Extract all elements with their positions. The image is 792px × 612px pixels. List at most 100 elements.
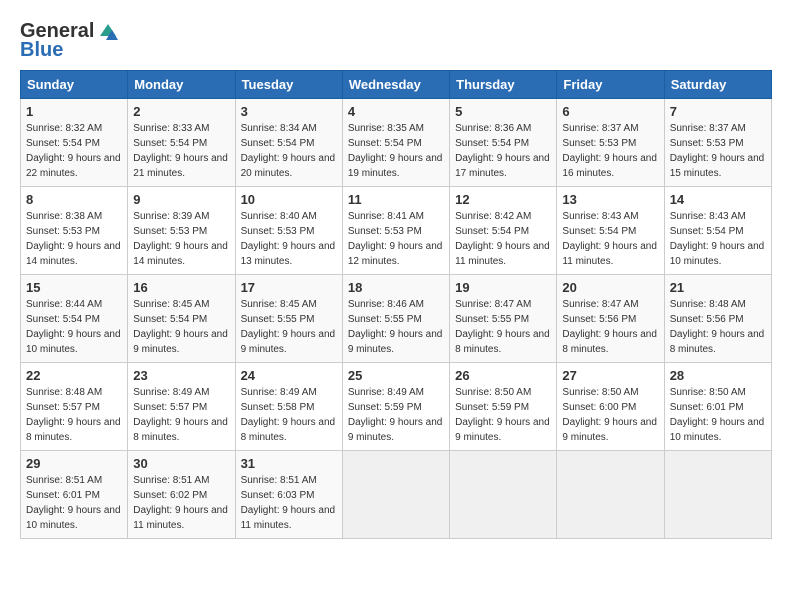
day-number: 13 [562, 192, 658, 207]
sunset: Sunset: 6:00 PM [562, 402, 636, 413]
day-info: Sunrise: 8:50 AM Sunset: 6:01 PM Dayligh… [670, 385, 766, 445]
sunset: Sunset: 5:56 PM [562, 314, 636, 325]
daylight: Daylight: 9 hours and 8 minutes. [455, 329, 550, 355]
calendar-week-5: 29 Sunrise: 8:51 AM Sunset: 6:01 PM Dayl… [21, 451, 772, 539]
day-number: 11 [348, 192, 444, 207]
sunrise: Sunrise: 8:36 AM [455, 123, 531, 134]
calendar-cell: 19 Sunrise: 8:47 AM Sunset: 5:55 PM Dayl… [450, 275, 557, 363]
weekday-header-sunday: Sunday [21, 71, 128, 99]
day-number: 5 [455, 104, 551, 119]
sunset: Sunset: 6:01 PM [26, 490, 100, 501]
sunrise: Sunrise: 8:44 AM [26, 299, 102, 310]
sunset: Sunset: 5:59 PM [348, 402, 422, 413]
day-number: 25 [348, 368, 444, 383]
daylight: Daylight: 9 hours and 8 minutes. [562, 329, 657, 355]
daylight: Daylight: 9 hours and 8 minutes. [133, 417, 228, 443]
day-number: 8 [26, 192, 122, 207]
day-info: Sunrise: 8:51 AM Sunset: 6:03 PM Dayligh… [241, 473, 337, 533]
sunset: Sunset: 5:58 PM [241, 402, 315, 413]
daylight: Daylight: 9 hours and 15 minutes. [670, 153, 765, 179]
sunrise: Sunrise: 8:33 AM [133, 123, 209, 134]
sunrise: Sunrise: 8:34 AM [241, 123, 317, 134]
sunrise: Sunrise: 8:40 AM [241, 211, 317, 222]
day-info: Sunrise: 8:47 AM Sunset: 5:55 PM Dayligh… [455, 297, 551, 357]
sunset: Sunset: 5:53 PM [562, 138, 636, 149]
day-number: 17 [241, 280, 337, 295]
daylight: Daylight: 9 hours and 9 minutes. [455, 417, 550, 443]
day-info: Sunrise: 8:43 AM Sunset: 5:54 PM Dayligh… [670, 209, 766, 269]
calendar-cell: 29 Sunrise: 8:51 AM Sunset: 6:01 PM Dayl… [21, 451, 128, 539]
sunrise: Sunrise: 8:51 AM [133, 475, 209, 486]
weekday-header-thursday: Thursday [450, 71, 557, 99]
calendar-cell [664, 451, 771, 539]
daylight: Daylight: 9 hours and 10 minutes. [670, 417, 765, 443]
day-number: 29 [26, 456, 122, 471]
calendar-cell: 10 Sunrise: 8:40 AM Sunset: 5:53 PM Dayl… [235, 187, 342, 275]
sunset: Sunset: 5:53 PM [348, 226, 422, 237]
calendar-cell: 14 Sunrise: 8:43 AM Sunset: 5:54 PM Dayl… [664, 187, 771, 275]
sunrise: Sunrise: 8:37 AM [562, 123, 638, 134]
day-number: 20 [562, 280, 658, 295]
daylight: Daylight: 9 hours and 12 minutes. [348, 241, 443, 267]
sunrise: Sunrise: 8:50 AM [455, 387, 531, 398]
daylight: Daylight: 9 hours and 11 minutes. [562, 241, 657, 267]
daylight: Daylight: 9 hours and 11 minutes. [241, 505, 336, 531]
sunset: Sunset: 6:03 PM [241, 490, 315, 501]
sunrise: Sunrise: 8:35 AM [348, 123, 424, 134]
sunrise: Sunrise: 8:46 AM [348, 299, 424, 310]
day-info: Sunrise: 8:48 AM Sunset: 5:56 PM Dayligh… [670, 297, 766, 357]
calendar-week-4: 22 Sunrise: 8:48 AM Sunset: 5:57 PM Dayl… [21, 363, 772, 451]
sunset: Sunset: 5:55 PM [348, 314, 422, 325]
calendar-cell: 20 Sunrise: 8:47 AM Sunset: 5:56 PM Dayl… [557, 275, 664, 363]
calendar-cell [450, 451, 557, 539]
day-number: 16 [133, 280, 229, 295]
calendar-cell: 1 Sunrise: 8:32 AM Sunset: 5:54 PM Dayli… [21, 99, 128, 187]
day-number: 23 [133, 368, 229, 383]
daylight: Daylight: 9 hours and 19 minutes. [348, 153, 443, 179]
sunrise: Sunrise: 8:48 AM [670, 299, 746, 310]
day-info: Sunrise: 8:35 AM Sunset: 5:54 PM Dayligh… [348, 121, 444, 181]
day-info: Sunrise: 8:50 AM Sunset: 5:59 PM Dayligh… [455, 385, 551, 445]
day-number: 6 [562, 104, 658, 119]
calendar-cell: 21 Sunrise: 8:48 AM Sunset: 5:56 PM Dayl… [664, 275, 771, 363]
day-info: Sunrise: 8:44 AM Sunset: 5:54 PM Dayligh… [26, 297, 122, 357]
daylight: Daylight: 9 hours and 16 minutes. [562, 153, 657, 179]
day-number: 14 [670, 192, 766, 207]
calendar-cell: 12 Sunrise: 8:42 AM Sunset: 5:54 PM Dayl… [450, 187, 557, 275]
day-number: 30 [133, 456, 229, 471]
sunset: Sunset: 5:53 PM [133, 226, 207, 237]
sunset: Sunset: 5:54 PM [670, 226, 744, 237]
day-info: Sunrise: 8:49 AM Sunset: 5:58 PM Dayligh… [241, 385, 337, 445]
calendar-cell: 2 Sunrise: 8:33 AM Sunset: 5:54 PM Dayli… [128, 99, 235, 187]
day-info: Sunrise: 8:38 AM Sunset: 5:53 PM Dayligh… [26, 209, 122, 269]
day-number: 22 [26, 368, 122, 383]
day-number: 7 [670, 104, 766, 119]
calendar-cell: 27 Sunrise: 8:50 AM Sunset: 6:00 PM Dayl… [557, 363, 664, 451]
sunset: Sunset: 5:57 PM [133, 402, 207, 413]
calendar-cell: 9 Sunrise: 8:39 AM Sunset: 5:53 PM Dayli… [128, 187, 235, 275]
sunrise: Sunrise: 8:43 AM [562, 211, 638, 222]
calendar-cell: 13 Sunrise: 8:43 AM Sunset: 5:54 PM Dayl… [557, 187, 664, 275]
weekday-header-saturday: Saturday [664, 71, 771, 99]
sunset: Sunset: 5:54 PM [562, 226, 636, 237]
sunrise: Sunrise: 8:47 AM [562, 299, 638, 310]
day-info: Sunrise: 8:45 AM Sunset: 5:54 PM Dayligh… [133, 297, 229, 357]
calendar-week-3: 15 Sunrise: 8:44 AM Sunset: 5:54 PM Dayl… [21, 275, 772, 363]
daylight: Daylight: 9 hours and 10 minutes. [26, 329, 121, 355]
day-number: 21 [670, 280, 766, 295]
day-number: 18 [348, 280, 444, 295]
calendar-cell: 17 Sunrise: 8:45 AM Sunset: 5:55 PM Dayl… [235, 275, 342, 363]
sunrise: Sunrise: 8:38 AM [26, 211, 102, 222]
day-number: 27 [562, 368, 658, 383]
daylight: Daylight: 9 hours and 8 minutes. [670, 329, 765, 355]
calendar-cell: 11 Sunrise: 8:41 AM Sunset: 5:53 PM Dayl… [342, 187, 449, 275]
calendar-cell: 16 Sunrise: 8:45 AM Sunset: 5:54 PM Dayl… [128, 275, 235, 363]
day-info: Sunrise: 8:51 AM Sunset: 6:01 PM Dayligh… [26, 473, 122, 533]
day-info: Sunrise: 8:36 AM Sunset: 5:54 PM Dayligh… [455, 121, 551, 181]
day-info: Sunrise: 8:48 AM Sunset: 5:57 PM Dayligh… [26, 385, 122, 445]
calendar-cell: 18 Sunrise: 8:46 AM Sunset: 5:55 PM Dayl… [342, 275, 449, 363]
daylight: Daylight: 9 hours and 9 minutes. [241, 329, 336, 355]
weekday-header-wednesday: Wednesday [342, 71, 449, 99]
daylight: Daylight: 9 hours and 10 minutes. [670, 241, 765, 267]
calendar-week-2: 8 Sunrise: 8:38 AM Sunset: 5:53 PM Dayli… [21, 187, 772, 275]
